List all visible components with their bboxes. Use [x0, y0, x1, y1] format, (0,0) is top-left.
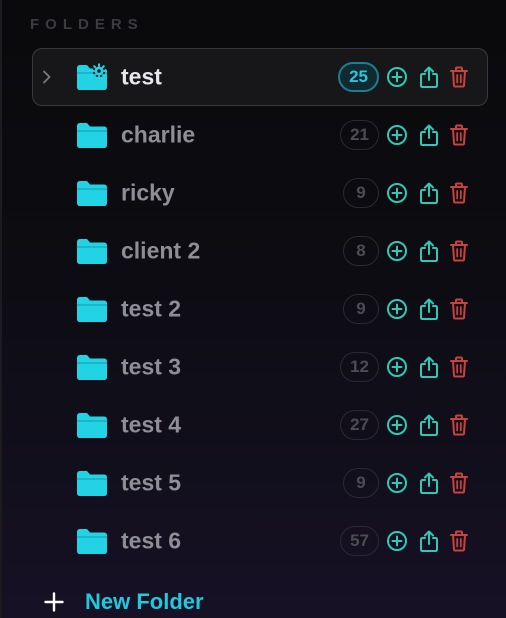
add-circle-icon[interactable]	[385, 471, 409, 495]
count-badge: 21	[340, 120, 379, 150]
folder-name: test 6	[121, 527, 182, 554]
add-circle-icon[interactable]	[385, 65, 409, 89]
folder-icon	[76, 469, 108, 497]
folder-name: test 2	[121, 295, 182, 322]
count-badge: 9	[343, 178, 379, 208]
folder-icon	[76, 121, 108, 149]
share-icon[interactable]	[417, 529, 441, 553]
folder-row-test-3[interactable]: test 3 12	[32, 338, 488, 396]
count-badge: 57	[340, 526, 379, 556]
chevron-right-icon[interactable]	[41, 70, 53, 84]
add-circle-icon[interactable]	[385, 181, 409, 205]
folder-row-client-2[interactable]: client 2 8	[32, 222, 488, 280]
folder-row-test[interactable]: test 25	[32, 48, 488, 106]
trash-icon[interactable]	[447, 181, 471, 205]
add-circle-icon[interactable]	[385, 123, 409, 147]
sidebar-divider	[0, 0, 2, 618]
folder-row-charlie[interactable]: charlie 21	[32, 106, 488, 164]
folder-name: charlie	[121, 121, 196, 148]
share-icon[interactable]	[417, 355, 441, 379]
count-badge: 25	[338, 62, 379, 92]
folder-settings-icon	[76, 63, 108, 91]
trash-icon[interactable]	[447, 355, 471, 379]
plus-icon	[42, 590, 66, 614]
folder-name: test 3	[121, 353, 182, 380]
share-icon[interactable]	[417, 471, 441, 495]
trash-icon[interactable]	[447, 471, 471, 495]
folder-row-test-4[interactable]: test 4 27	[32, 396, 488, 454]
folder-icon	[76, 353, 108, 381]
trash-icon[interactable]	[447, 413, 471, 437]
folder-icon	[76, 237, 108, 265]
count-badge: 12	[340, 352, 379, 382]
add-circle-icon[interactable]	[385, 529, 409, 553]
folder-icon	[76, 527, 108, 555]
folder-row-test-5[interactable]: test 5 9	[32, 454, 488, 512]
add-circle-icon[interactable]	[385, 239, 409, 263]
share-icon[interactable]	[417, 297, 441, 321]
add-circle-icon[interactable]	[385, 413, 409, 437]
share-icon[interactable]	[417, 123, 441, 147]
count-badge: 27	[340, 410, 379, 440]
folder-icon	[76, 295, 108, 323]
folder-row-ricky[interactable]: ricky 9	[32, 164, 488, 222]
count-badge: 8	[343, 236, 379, 266]
folder-name: ricky	[121, 179, 175, 206]
add-circle-icon[interactable]	[385, 355, 409, 379]
folder-name: test 4	[121, 411, 182, 438]
folder-name: test	[121, 63, 162, 90]
trash-icon[interactable]	[447, 297, 471, 321]
share-icon[interactable]	[417, 65, 441, 89]
share-icon[interactable]	[417, 413, 441, 437]
count-badge: 9	[343, 468, 379, 498]
folder-list: test 25 charlie 21 ricky 9 client 2 8 te…	[32, 48, 488, 570]
count-badge: 9	[343, 294, 379, 324]
folder-name: test 5	[121, 469, 182, 496]
trash-icon[interactable]	[447, 65, 471, 89]
folder-icon	[76, 411, 108, 439]
trash-icon[interactable]	[447, 123, 471, 147]
trash-icon[interactable]	[447, 529, 471, 553]
trash-icon[interactable]	[447, 239, 471, 263]
folder-row-test-6[interactable]: test 6 57	[32, 512, 488, 570]
folder-row-test-2[interactable]: test 2 9	[32, 280, 488, 338]
folder-icon	[76, 179, 108, 207]
add-circle-icon[interactable]	[385, 297, 409, 321]
new-folder-button[interactable]: New Folder	[42, 586, 204, 618]
section-title: FOLDERS	[30, 16, 144, 33]
share-icon[interactable]	[417, 239, 441, 263]
new-folder-label: New Folder	[85, 589, 204, 614]
share-icon[interactable]	[417, 181, 441, 205]
folder-name: client 2	[121, 237, 201, 264]
